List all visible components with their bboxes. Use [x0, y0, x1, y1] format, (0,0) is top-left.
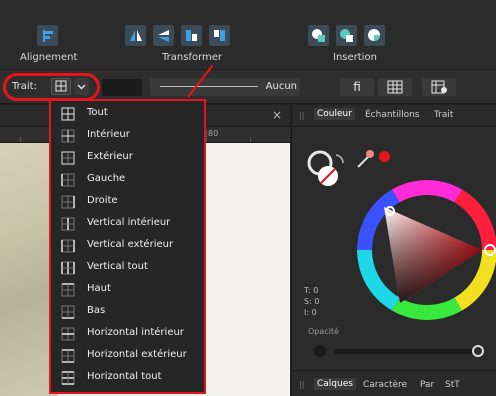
dropdown-item-haut[interactable]: Haut	[51, 279, 204, 301]
dropdown-item-tout[interactable]: Tout	[51, 103, 204, 125]
bottom-panel-tab-bar: || Calques Caractère Par StT	[292, 370, 496, 396]
toolbar-group-transformer-label: Transformer	[162, 52, 223, 63]
stroke-style-select[interactable]: Aucun	[150, 78, 300, 96]
close-icon[interactable]: ×	[272, 108, 282, 122]
table-icon	[387, 80, 403, 94]
opacity-dot	[314, 345, 326, 357]
dropdown-item-label: Horizontal intérieur	[87, 327, 184, 338]
dropdown-item-interieur[interactable]: Intérieur	[51, 125, 204, 147]
i-value: I: 0	[304, 308, 317, 317]
table-settings-icon	[431, 80, 447, 94]
insert-front-icon[interactable]	[364, 25, 385, 46]
border-top-icon	[61, 283, 75, 297]
tab-styles-texte[interactable]: StT	[445, 380, 460, 390]
t-value: T: 0	[304, 286, 319, 295]
dropdown-item-label: Vertical tout	[87, 261, 148, 272]
panel-grip-icon[interactable]: ||	[299, 111, 304, 120]
border-all-icon	[61, 107, 75, 121]
s-value: S: 0	[304, 297, 320, 306]
rotate-right-icon[interactable]	[209, 25, 230, 46]
dropdown-item-label: Horizontal extérieur	[87, 349, 187, 360]
border-inner-icon	[61, 129, 75, 143]
dropdown-item-horizontal-exterieur[interactable]: Horizontal extérieur	[51, 345, 204, 367]
top-toolbar: Alignement Transformer Insertion	[0, 0, 496, 70]
tab-trait[interactable]: Trait	[434, 110, 453, 120]
border-horizontal-all-icon	[61, 371, 75, 385]
color-panel: || Couleur Échantillons Trait T: 0 S: 0 …	[291, 105, 496, 396]
opacity-slider-knob[interactable]	[472, 345, 484, 357]
dropdown-item-label: Bas	[87, 305, 106, 316]
table-format-button[interactable]	[378, 78, 412, 96]
border-bottom-icon	[61, 305, 75, 319]
border-vertical-all-icon	[61, 261, 75, 275]
rotate-left-icon[interactable]	[181, 25, 202, 46]
dropdown-item-exterieur[interactable]: Extérieur	[51, 147, 204, 169]
canvas-page[interactable]	[198, 143, 290, 396]
dropdown-item-vertical-tout[interactable]: Vertical tout	[51, 257, 204, 279]
insert-behind-icon[interactable]	[308, 25, 329, 46]
dropdown-item-gauche[interactable]: Gauche	[51, 169, 204, 191]
ruler-number: 80	[208, 129, 219, 138]
dropdown-item-label: Intérieur	[87, 129, 130, 140]
dropdown-item-horizontal-interieur[interactable]: Horizontal intérieur	[51, 323, 204, 345]
flip-vertical-icon[interactable]	[153, 25, 174, 46]
toolbar-group-alignement-label: Alignement	[20, 52, 78, 63]
dropdown-item-vertical-exterieur[interactable]: Vertical extérieur	[51, 235, 204, 257]
border-horizontal-inner-icon	[61, 327, 75, 341]
border-options-dropdown: Tout Intérieur Extérieur Gauche Droite V…	[51, 101, 204, 392]
tab-calques[interactable]: Calques	[314, 378, 356, 390]
color-wheel[interactable]	[352, 175, 496, 325]
tab-caractere[interactable]: Caractère	[363, 380, 407, 390]
border-horizontal-outer-icon	[61, 349, 75, 363]
border-right-icon	[61, 195, 75, 209]
tab-echantillons[interactable]: Échantillons	[365, 110, 420, 120]
panel-grip-icon[interactable]: ||	[299, 380, 304, 389]
dropdown-item-horizontal-tout[interactable]: Horizontal tout	[51, 367, 204, 389]
align-icon[interactable]	[37, 25, 58, 46]
stroke-width-field[interactable]	[102, 79, 142, 96]
dropdown-item-label: Vertical intérieur	[87, 217, 171, 228]
ruler-tick	[206, 130, 207, 142]
ruler-tick	[20, 137, 21, 142]
tab-paragraphe[interactable]: Par	[420, 380, 434, 390]
annotation-ring	[3, 73, 100, 101]
ruler-tick	[250, 137, 251, 142]
dropdown-item-label: Horizontal tout	[87, 371, 162, 382]
dropdown-item-droite[interactable]: Droite	[51, 191, 204, 213]
canvas-image[interactable]	[0, 143, 58, 396]
tab-couleur[interactable]: Couleur	[314, 108, 355, 120]
flip-horizontal-icon[interactable]	[125, 25, 146, 46]
table-settings-button[interactable]	[422, 78, 456, 96]
opacity-slider-track[interactable]	[334, 349, 474, 354]
toolbar-group-insertion-label: Insertion	[333, 52, 377, 63]
dropdown-item-label: Gauche	[87, 173, 126, 184]
ligature-button[interactable]: fi	[340, 78, 374, 96]
dropdown-item-label: Haut	[87, 283, 111, 294]
dropdown-item-label: Vertical extérieur	[87, 239, 174, 250]
insert-inside-icon[interactable]	[336, 25, 357, 46]
opacity-label: Opacité	[308, 327, 339, 336]
dropdown-item-bas[interactable]: Bas	[51, 301, 204, 323]
current-color-swatch[interactable]	[379, 151, 390, 162]
stroke-preview-line	[160, 86, 258, 87]
border-vertical-inner-icon	[61, 217, 75, 231]
border-vertical-outer-icon	[61, 239, 75, 253]
panel-tab-bar: || Couleur Échantillons Trait	[292, 105, 496, 127]
border-outer-icon	[61, 151, 75, 165]
dropdown-item-label: Droite	[87, 195, 118, 206]
stroke-none-label: Aucun	[265, 81, 297, 92]
border-left-icon	[61, 173, 75, 187]
dropdown-item-label: Tout	[87, 107, 108, 118]
tsl-values: T: 0 S: 0 I: 0	[304, 285, 319, 318]
dropdown-item-label: Extérieur	[87, 151, 133, 162]
app-window: Alignement Transformer Insertion Trait:	[0, 0, 496, 396]
dropdown-item-vertical-interieur[interactable]: Vertical intérieur	[51, 213, 204, 235]
